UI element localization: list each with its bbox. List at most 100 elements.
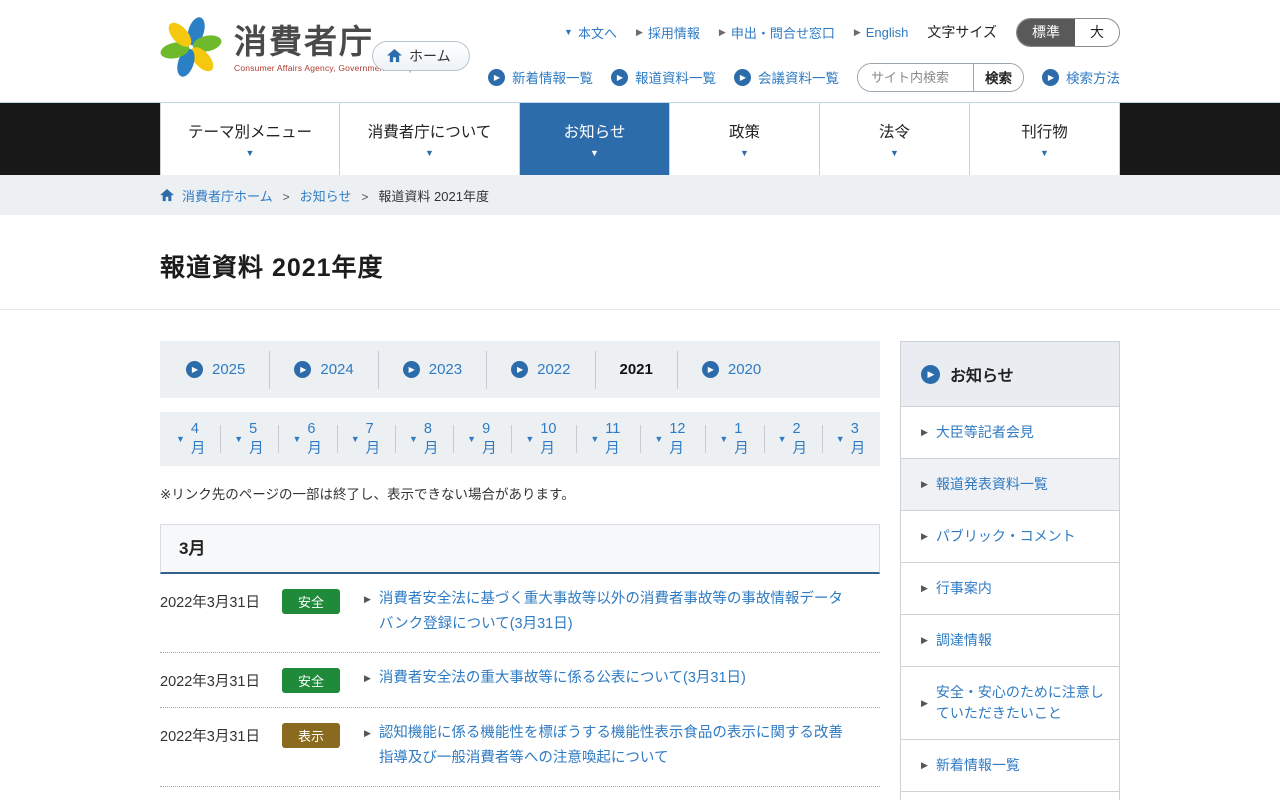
home-button-label: ホーム	[409, 48, 451, 64]
month-link-label: 7月	[365, 420, 381, 457]
breadcrumb-link-お知らせ[interactable]: お知らせ	[300, 189, 352, 204]
search-input[interactable]	[858, 63, 973, 91]
news-row: 2022年3月28日制度▶消費者被害防止ネットワーク東海とひかり協同法律事務所と…	[160, 787, 880, 800]
circle-arrow-icon: ▶	[921, 364, 940, 384]
arrow-right-icon: ▶	[921, 479, 928, 489]
breadcrumb-separator: >	[282, 189, 290, 204]
sidebar-item-リコール情報[interactable]: ▶リコール情報	[901, 791, 1119, 800]
arrow-down-icon: ▼	[525, 433, 535, 444]
news-date: 2022年3月31日	[160, 595, 260, 611]
news-row: 2022年3月31日 表示 ▶ 認知機能に係る機能性を標ぼうする機能性表示食品の表示に…	[160, 708, 880, 787]
arrow-down-icon: ▼	[408, 433, 418, 444]
month-link-6月[interactable]: ▼ 6月	[278, 421, 336, 457]
quick-link-新着情報一覧[interactable]: ▶ 新着情報一覧	[488, 67, 593, 87]
year-tabs: ▶ 2025 ▶ 2024 ▶ 2023 ▶ 2022 2021 ▶ 2020	[160, 341, 880, 398]
year-tab-2025[interactable]: ▶ 2025	[160, 351, 269, 389]
sidebar-item-新着情報一覧[interactable]: ▶ 新着情報一覧	[901, 739, 1119, 791]
news-title-link[interactable]: 認知機能に係る機能性を標ぼうする機能性表示食品の表示に関する改善指導及び一般消費…	[379, 721, 857, 772]
arrow-right-icon: ▶	[364, 672, 371, 683]
month-link-3月[interactable]: ▼ 3月	[821, 421, 880, 457]
quick-link-報道資料一覧[interactable]: ▶ 報道資料一覧	[611, 67, 716, 87]
arrow-right-icon: ▶	[921, 760, 928, 770]
month-link-10月[interactable]: ▼ 10月	[511, 421, 576, 457]
year-tab-2022[interactable]: ▶ 2022	[486, 350, 594, 389]
month-link-label: 5月	[249, 420, 264, 457]
arrow-right-icon: ▶	[921, 635, 928, 645]
month-link-label: 10月	[540, 420, 557, 457]
news-category-badge: 安全	[282, 667, 340, 693]
arrow-right-icon: ▶	[853, 26, 861, 37]
month-link-11月[interactable]: ▼ 11月	[576, 421, 640, 457]
utility-link-label: 採用情報	[647, 25, 700, 41]
nav-tab-label: 消費者庁について	[367, 124, 492, 141]
news-title-link[interactable]: 消費者安全法に基づく重大事故等以外の消費者事故等の事故情報データバンク登録につい…	[379, 587, 857, 638]
month-link-9月[interactable]: ▼ 9月	[453, 421, 511, 457]
utility-link-本文へ[interactable]: ▼ 本文へ	[564, 23, 617, 42]
utility-link-採用情報[interactable]: ▶ 採用情報	[636, 23, 700, 42]
month-link-5月[interactable]: ▼ 5月	[220, 421, 278, 457]
sidebar-item-label: 調達情報	[935, 632, 992, 648]
month-link-1月[interactable]: ▼ 1月	[705, 421, 763, 457]
arrow-down-icon: ▼	[467, 433, 477, 444]
page-title: 報道資料 2021年度	[160, 254, 384, 282]
news-title-link[interactable]: 消費者安全法の重大事故等に係る公表について(3月31日)	[379, 666, 746, 691]
quick-link-label: 会議資料一覧	[758, 71, 839, 86]
chevron-down-icon: ▼	[590, 148, 599, 158]
nav-tab-法令[interactable]: 法令 ▼	[820, 103, 970, 175]
circle-arrow-icon: ▶	[511, 361, 529, 378]
sidebar-item-label: パブリック・コメント	[935, 528, 1076, 544]
year-tab-2024[interactable]: ▶ 2024	[269, 350, 377, 389]
pinwheel-logo-icon	[160, 17, 222, 77]
year-tab-label-current: 2021	[619, 361, 653, 378]
quick-link-会議資料一覧[interactable]: ▶ 会議資料一覧	[734, 67, 839, 87]
font-size-option-大[interactable]: 大	[1075, 18, 1119, 46]
sidebar-item-label: 新着情報一覧	[935, 757, 1020, 773]
year-tab-2023[interactable]: ▶ 2023	[377, 350, 486, 389]
breadcrumb-link-消費者庁ホーム[interactable]: 消費者庁ホーム	[182, 189, 273, 204]
month-link-label: 1月	[734, 420, 749, 457]
sidebar-item-調達情報[interactable]: ▶ 調達情報	[901, 614, 1119, 666]
arrow-right-icon: ▶	[921, 531, 928, 541]
nav-tab-テーマ別メニュー[interactable]: テーマ別メニュー ▼	[160, 103, 340, 175]
year-tab-label: 2023	[428, 361, 463, 378]
arrow-down-icon: ▼	[835, 433, 845, 444]
utility-link-English[interactable]: ▶ English	[854, 25, 909, 40]
sidebar-item-大臣等記者会見[interactable]: ▶ 大臣等記者会見	[901, 406, 1119, 458]
circle-arrow-icon: ▶	[402, 361, 420, 378]
nav-tab-政策[interactable]: 政策 ▼	[670, 103, 820, 175]
year-tab-2020[interactable]: ▶ 2020	[676, 350, 785, 389]
month-link-7月[interactable]: ▼ 7月	[336, 421, 395, 457]
month-link-8月[interactable]: ▼ 8月	[394, 421, 453, 457]
news-category-badge: 表示	[282, 722, 340, 748]
breadcrumb-home-icon[interactable]	[160, 188, 174, 202]
month-links: ▼ 4月 ▼ 5月 ▼ 6月 ▼ 7月 ▼ 8月 ▼ 9月 ▼ 10月 ▼ 11月 ▼ 12月 ▼ 1月 ▼ 2月 ▼ 3月	[160, 412, 880, 466]
chevron-down-icon: ▼	[890, 148, 899, 158]
sidebar-item-安全・安心のために注意していただきたいこと[interactable]: ▶ 安全・安心のために注意していただきたいこと	[901, 666, 1119, 739]
nav-tab-お知らせ[interactable]: お知らせ ▼	[520, 103, 670, 175]
nav-tab-消費者庁について[interactable]: 消費者庁について ▼	[340, 103, 520, 175]
news-row: 2022年3月31日 安全 ▶ 消費者安全法の重大事故等に係る公表について(3月31日…	[160, 653, 880, 708]
arrow-down-icon: ▼	[234, 433, 244, 444]
search-help-link[interactable]: ▶ 検索方法	[1042, 67, 1120, 87]
circle-arrow-icon: ▶	[186, 361, 203, 378]
site-search: 検索	[857, 62, 1024, 92]
month-link-2月[interactable]: ▼ 2月	[763, 421, 822, 457]
arrow-down-icon: ▼	[777, 433, 787, 444]
nav-tab-刊行物[interactable]: 刊行物 ▼	[970, 103, 1120, 175]
sidebar-item-行事案内[interactable]: ▶ 行事案内	[901, 562, 1119, 614]
month-link-12月[interactable]: ▼ 12月	[640, 421, 705, 457]
sidebar-item-報道発表資料一覧[interactable]: ▶ 報道発表資料一覧	[901, 458, 1119, 510]
font-size-option-標準[interactable]: 標準	[1017, 18, 1075, 46]
news-row: 2022年3月31日 安全 ▶ 消費者安全法に基づく重大事故等以外の消費者事故等の事故…	[160, 574, 880, 653]
sidebar-item-label: 行事案内	[935, 580, 992, 596]
sidebar-heading: ▶ お知らせ	[901, 342, 1119, 406]
home-button[interactable]: ホーム	[372, 41, 470, 71]
year-tab-label: 2024	[320, 361, 354, 378]
sidebar-item-パブリック・コメント[interactable]: ▶ パブリック・コメント	[901, 510, 1119, 562]
month-link-4月[interactable]: ▼ 4月	[160, 421, 220, 457]
search-button[interactable]: 検索	[973, 63, 1023, 91]
arrow-right-icon: ▶	[364, 594, 371, 604]
utility-link-申出・問合せ窓口[interactable]: ▶ 申出・問合せ窓口	[719, 23, 835, 42]
circle-arrow-icon: ▶	[734, 68, 751, 86]
year-tab-label: 2025	[212, 361, 246, 378]
